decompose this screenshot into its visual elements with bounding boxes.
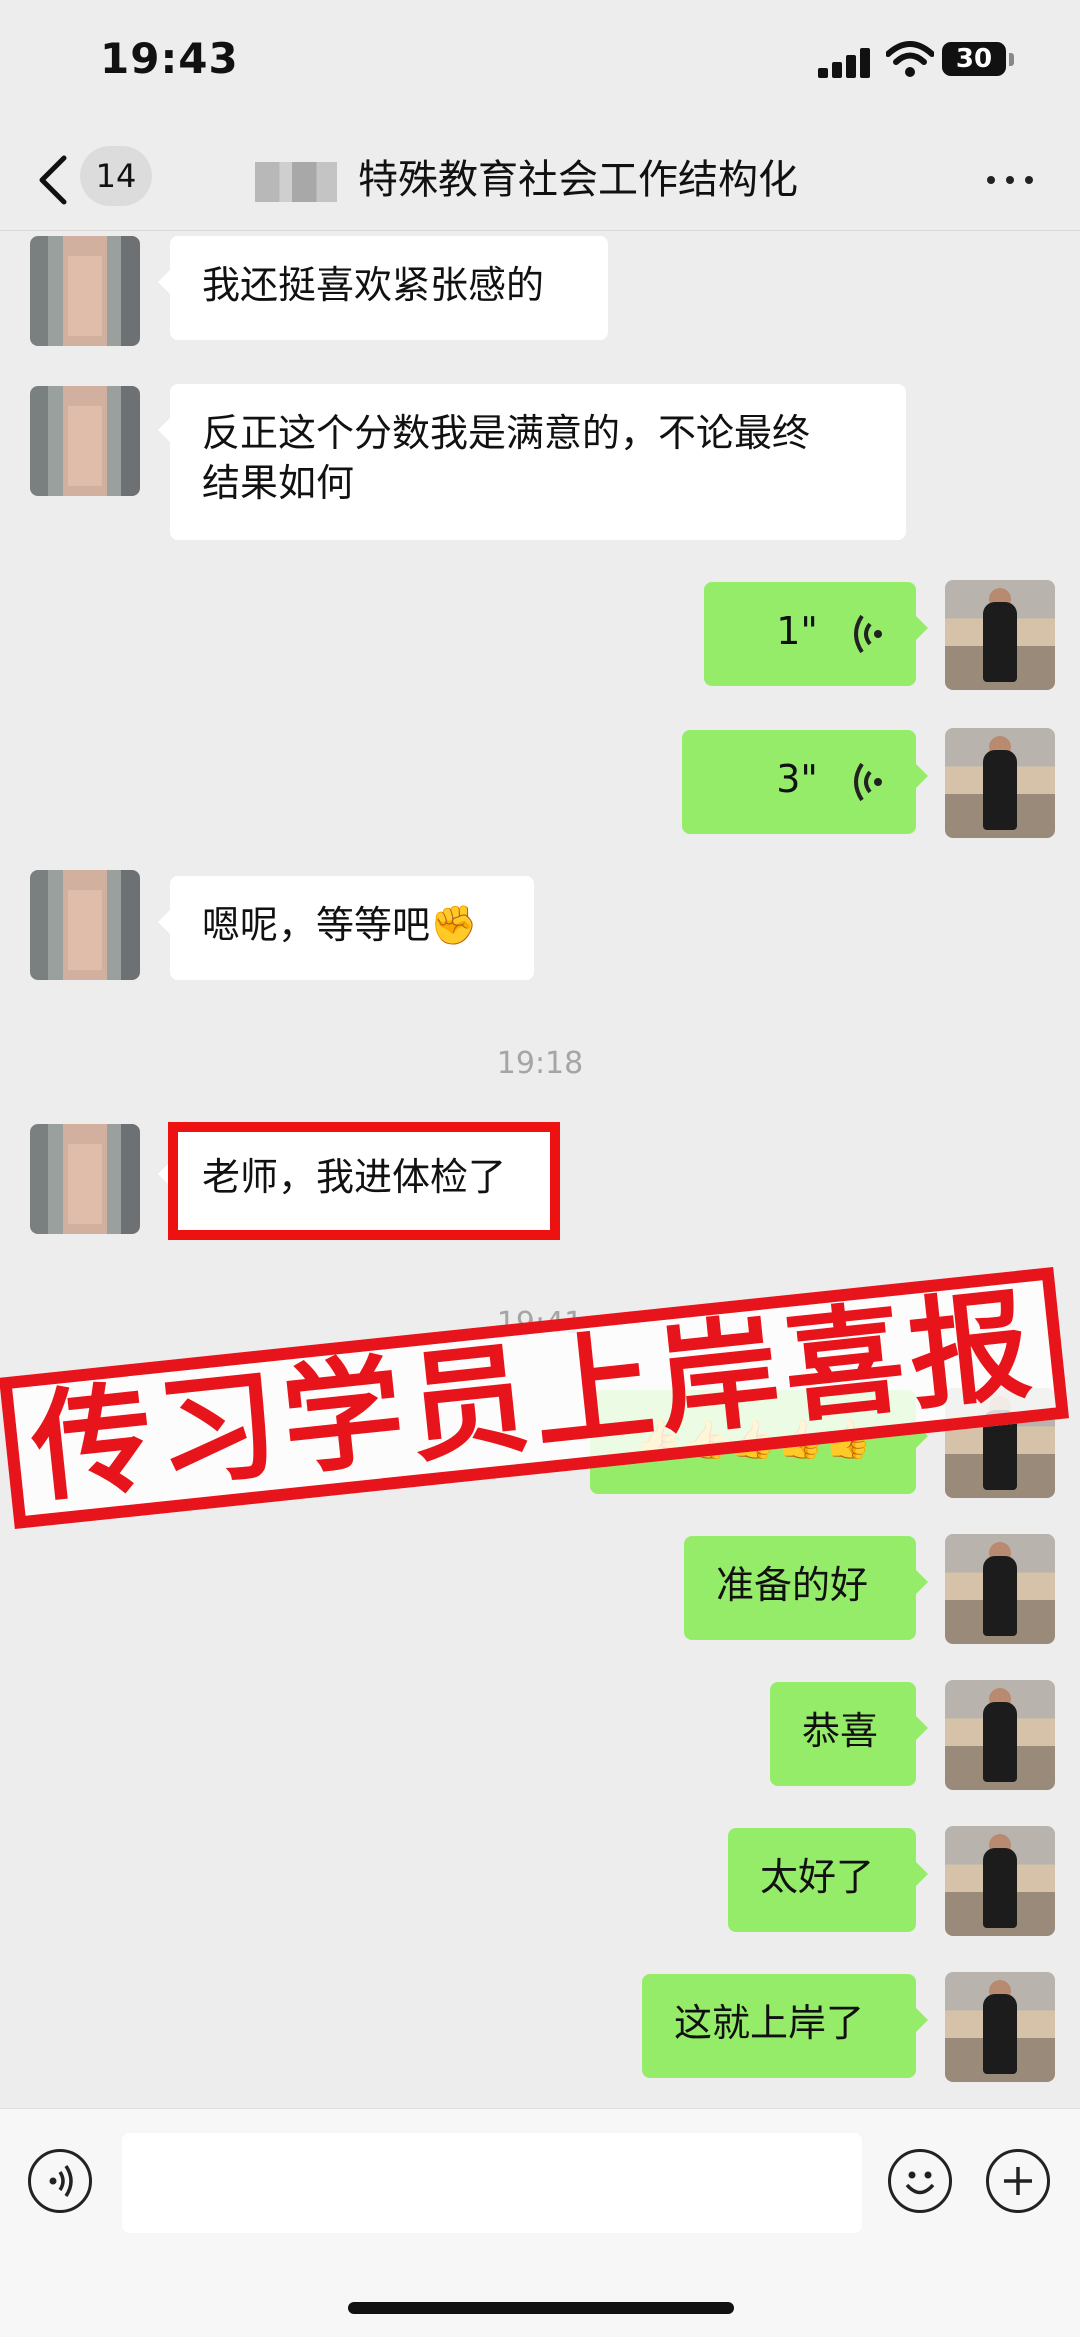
voice-wave-icon <box>854 614 882 653</box>
message-text-line: 反正这个分数我是满意的，不论最终 <box>202 411 811 455</box>
my-avatar[interactable] <box>945 728 1055 838</box>
message-text-line: 结果如何 <box>202 461 355 505</box>
message-timestamp: 19:18 <box>496 1046 584 1081</box>
voice-duration: 1" <box>776 609 818 653</box>
voice-duration: 3" <box>776 757 818 801</box>
red-highlight-frame <box>168 1122 560 1240</box>
received-message[interactable]: 我还挺喜欢紧张感的 <box>158 236 608 340</box>
emoji-icon[interactable] <box>888 2149 952 2213</box>
voice-icon[interactable] <box>28 2149 92 2213</box>
received-message[interactable]: 反正这个分数我是满意的，不论最终 结果如何 <box>158 384 906 540</box>
my-avatar[interactable] <box>945 1972 1055 2082</box>
message-text: 我还挺喜欢紧张感的 <box>202 263 545 307</box>
received-message[interactable]: 嗯呢，等等吧✊ <box>158 876 534 980</box>
message-input[interactable] <box>122 2133 862 2233</box>
message-text: 恭喜 <box>802 1709 879 1753</box>
message-text: 这就上岸了 <box>674 2001 865 2045</box>
wifi-icon <box>886 41 934 77</box>
sent-voice-message[interactable]: 3" <box>682 730 928 834</box>
message-text: 准备的好 <box>716 1563 869 1607</box>
unread-count-badge[interactable]: 14 <box>80 146 152 206</box>
sent-message[interactable]: 太好了 <box>728 1828 928 1932</box>
status-bar: 19:43 30 <box>0 0 1080 130</box>
voice-wave-icon <box>854 762 882 801</box>
my-avatar[interactable] <box>945 1534 1055 1644</box>
my-avatar[interactable] <box>945 1680 1055 1790</box>
contact-avatar[interactable] <box>30 236 140 346</box>
blurred-group-name <box>255 162 337 202</box>
sent-message[interactable]: 这就上岸了 <box>642 1974 928 2078</box>
home-indicator[interactable] <box>348 2302 734 2314</box>
message-text: 太好了 <box>760 1855 875 1899</box>
sent-message[interactable]: 准备的好 <box>684 1536 928 1640</box>
my-avatar[interactable] <box>945 1826 1055 1936</box>
more-options-icon[interactable] <box>985 170 1035 190</box>
back-arrow-icon[interactable] <box>34 152 74 208</box>
my-avatar[interactable] <box>945 580 1055 690</box>
cellular-signal-icon <box>818 46 878 78</box>
sent-voice-message[interactable]: 1" <box>704 582 928 686</box>
plus-icon[interactable] <box>986 2149 1050 2213</box>
status-time: 19:43 <box>100 34 239 83</box>
chat-header: 14 特殊教育社会工作结构化 <box>0 130 1080 231</box>
chat-title: 特殊教育社会工作结构化 <box>358 157 798 203</box>
battery-tip <box>1009 53 1014 66</box>
message-text: 嗯呢，等等吧✊ <box>202 903 478 947</box>
contact-avatar[interactable] <box>30 870 140 980</box>
battery-icon: 30 <box>942 42 1006 76</box>
contact-avatar[interactable] <box>30 386 140 496</box>
contact-avatar[interactable] <box>30 1124 140 1234</box>
sent-message[interactable]: 恭喜 <box>770 1682 928 1786</box>
